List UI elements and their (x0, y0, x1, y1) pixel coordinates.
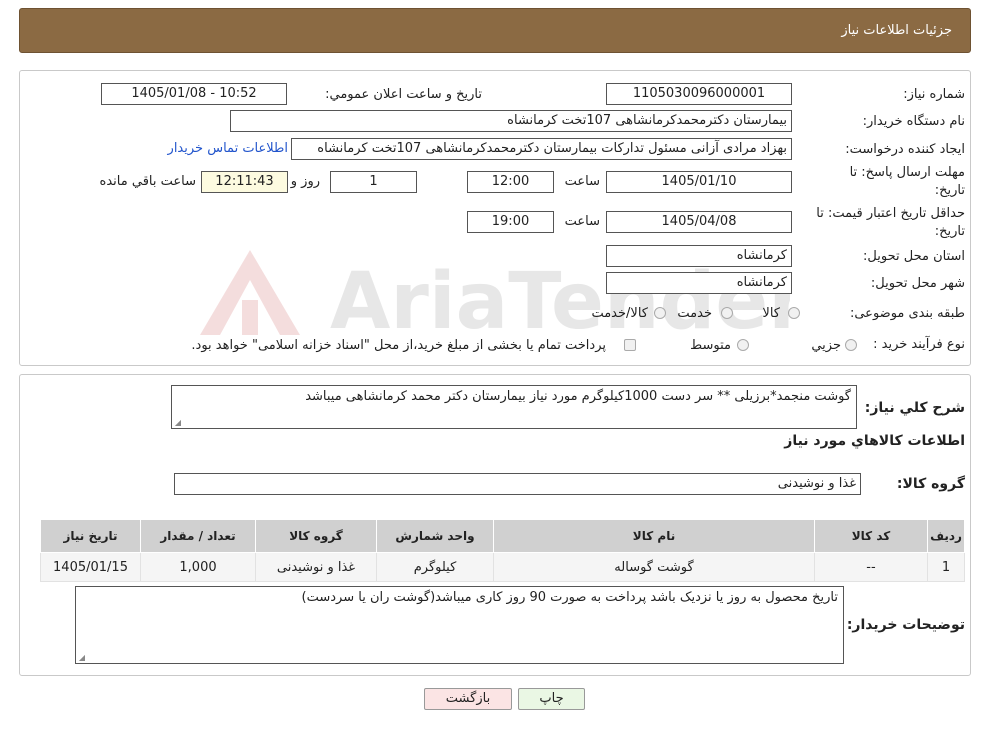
summary-textarea[interactable]: گوشت منجمد*برزیلی ** سر دست 1000کیلوگرم … (171, 385, 857, 429)
creator-field: بهزاد مرادی آزانی مسئول تدارکات بیمارستا… (291, 138, 792, 160)
buyer-org-field: بیمارستان دکترمحمدکرمانشاهی 107تخت کرمان… (230, 110, 792, 132)
items-heading: اطلاعات کالاهاي مورد نياز (784, 433, 965, 449)
cell-unit: کیلوگرم (376, 552, 494, 582)
col-qty: تعداد / مقدار (140, 519, 256, 553)
contact-buyer-link[interactable]: اطلاعات تماس خريدار (168, 141, 288, 156)
deadline-time-field: 12:00 (467, 171, 554, 193)
city-label: شهر محل تحويل: (870, 276, 965, 291)
deadline-time-label: ساعت (564, 174, 600, 189)
resize-grip-icon: ◢ (174, 418, 181, 427)
deadline-label-2: تاريخ: (934, 183, 965, 198)
group-field: غذا و نوشیدنی (174, 473, 861, 495)
summary-label: شرح کلي نياز: (864, 400, 965, 416)
col-unit: واحد شمارش (376, 519, 494, 553)
days-field: 1 (330, 171, 417, 193)
category-label: طبقه بندی موضوعی: (849, 306, 965, 321)
category-option-service: خدمت (677, 306, 712, 321)
summary-text: گوشت منجمد*برزیلی ** سر دست 1000کیلوگرم … (305, 389, 851, 404)
remaining-label: ساعت باقي مانده (99, 174, 196, 189)
deadline-label: مهلت ارسال پاسخ: تا (849, 165, 965, 180)
col-row: رديف (927, 519, 965, 553)
watermark-text: AriaTender.neT (330, 257, 790, 347)
announce-label: تاریخ و ساعت اعلان عمومي: (325, 87, 482, 102)
col-name: نام کالا (493, 519, 815, 553)
process-label: نوع فرآيند خريد : (873, 337, 965, 352)
process-option-medium: متوسط (690, 338, 731, 353)
process-radio-medium[interactable] (737, 339, 749, 351)
table-header-row: رديف کد کالا نام کالا واحد شمارش گروه کا… (40, 519, 965, 553)
need-number-field: 1105030096000001 (606, 83, 792, 105)
validity-label: حداقل تاريخ اعتبار قيمت: تا (816, 206, 965, 221)
resize-grip-icon: ◢ (78, 653, 85, 662)
col-code: کد کالا (814, 519, 928, 553)
category-radio-service[interactable] (721, 307, 733, 319)
treasury-checkbox[interactable] (624, 339, 636, 351)
remaining-time-field: 12:11:43 (201, 171, 288, 193)
cell-name: گوشت گوساله (493, 552, 815, 582)
validity-time-label: ساعت (564, 214, 600, 229)
category-radio-both[interactable] (654, 307, 666, 319)
category-radio-goods[interactable] (788, 307, 800, 319)
category-option-both: کالا/خدمت (591, 306, 648, 321)
process-option-minor: جزيي (811, 338, 841, 353)
cell-group: غذا و نوشیدنی (255, 552, 377, 582)
need-number-label: شماره نیاز: (903, 87, 965, 102)
buyer-notes-text: تاریخ محصول به روز یا نزدیک باشد پرداخت … (301, 590, 838, 605)
cell-date: 1405/01/15 (40, 552, 141, 582)
cell-qty: 1,000 (140, 552, 256, 582)
province-field: کرمانشاه (606, 245, 792, 267)
back-button[interactable]: بازگشت (424, 688, 512, 710)
announce-field: 1405/01/08 - 10:52 (101, 83, 287, 105)
buyer-notes-label: توضيحات خريدار: (846, 617, 965, 633)
buyer-org-label: نام دستگاه خريدار: (862, 114, 965, 129)
creator-label: ايجاد کننده درخواست: (845, 142, 965, 157)
process-note: پرداخت تمام يا بخشی از مبلغ خريد،از محل … (191, 338, 606, 353)
group-label: گروه کالا: (896, 476, 965, 492)
validity-date-field: 1405/04/08 (606, 211, 792, 233)
category-option-goods: کالا (762, 306, 780, 321)
cell-code: -- (814, 552, 928, 582)
buyer-notes-textarea[interactable]: تاریخ محصول به روز یا نزدیک باشد پرداخت … (75, 586, 844, 664)
deadline-date-field: 1405/01/10 (606, 171, 792, 193)
validity-time-field: 19:00 (467, 211, 554, 233)
validity-label-2: تاريخ: (934, 224, 965, 239)
page-title: جزئیات اطلاعات نیاز (841, 23, 952, 38)
col-date: تاريخ نياز (40, 519, 141, 553)
table-row: 1 -- گوشت گوساله کیلوگرم غذا و نوشیدنی 1… (40, 552, 965, 582)
days-label: روز و (290, 174, 320, 189)
print-button[interactable]: چاپ (518, 688, 585, 710)
city-field: کرمانشاه (606, 272, 792, 294)
cell-row: 1 (927, 552, 965, 582)
items-table: رديف کد کالا نام کالا واحد شمارش گروه کا… (40, 519, 965, 582)
page-header: جزئیات اطلاعات نیاز (19, 8, 971, 53)
province-label: استان محل تحويل: (863, 249, 965, 264)
col-group: گروه کالا (255, 519, 377, 553)
process-radio-minor[interactable] (845, 339, 857, 351)
